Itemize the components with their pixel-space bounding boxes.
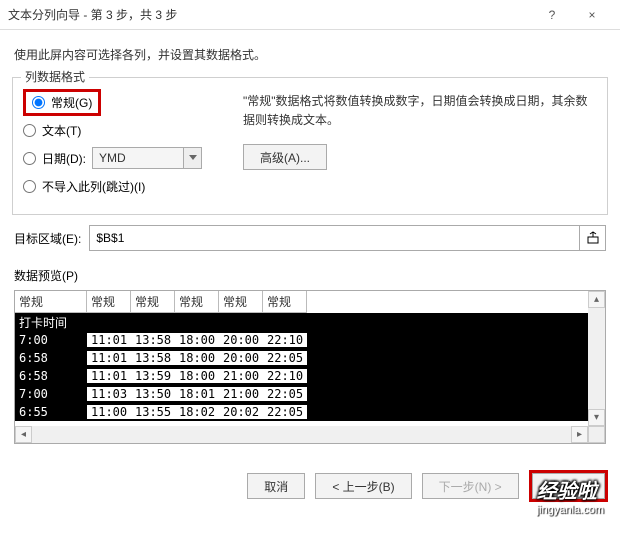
chevron-down-icon: [183, 148, 201, 168]
preview-label: 数据预览(P): [14, 267, 606, 284]
radio-skip[interactable]: [23, 180, 36, 193]
table-cell: 13:58: [131, 351, 175, 365]
preview-content[interactable]: 常规常规常规常规常规常规 打卡时间7:0011:0113:5818:0020:0…: [15, 291, 588, 426]
table-cell: 22:05: [263, 405, 307, 419]
table-row[interactable]: 7:0011:0313:5018:0121:0022:05: [15, 385, 588, 403]
table-cell: 11:00: [87, 405, 131, 419]
preview-header-row: 常规常规常规常规常规常规: [15, 291, 588, 313]
table-cell: 6:55: [15, 405, 87, 419]
table-cell: 11:01: [87, 333, 131, 347]
table-row[interactable]: 6:5811:0113:5918:0021:0022:10: [15, 367, 588, 385]
preview-special-header-cell: 打卡时间: [15, 314, 87, 331]
format-description: "常规"数据格式将数值转换成数字，日期值会转换成日期，其余数据则转换成文本。: [243, 92, 597, 130]
button-row: 取消 < 上一步(B) 下一步(N) > 完成(F): [0, 454, 620, 514]
scroll-down-icon[interactable]: ▾: [588, 409, 605, 426]
radio-date-label: 日期(D):: [42, 150, 86, 167]
preview-header-cell[interactable]: 常规: [263, 291, 307, 313]
range-picker-icon: [586, 231, 600, 245]
table-cell: 21:00: [219, 369, 263, 383]
titlebar: 文本分列向导 - 第 3 步，共 3 步 ? ×: [0, 0, 620, 30]
preview-header-cell[interactable]: 常规: [87, 291, 131, 313]
table-cell: 18:02: [175, 405, 219, 419]
table-cell: 22:10: [263, 333, 307, 347]
table-row[interactable]: 6:5511:0013:5518:0220:0222:05: [15, 403, 588, 421]
back-button[interactable]: < 上一步(B): [315, 473, 411, 499]
preview-special-header: 打卡时间: [15, 313, 588, 331]
scroll-up-icon[interactable]: ▴: [588, 291, 605, 308]
table-cell: 20:00: [219, 351, 263, 365]
column-format-group: 列数据格式 常规(G) 文本(T) 日期(D): YMD: [12, 77, 608, 215]
group-title: 列数据格式: [21, 68, 89, 85]
scroll-corner: [588, 426, 605, 443]
date-format-combo[interactable]: YMD: [92, 147, 202, 169]
table-cell: 20:02: [219, 405, 263, 419]
highlight-general: 常规(G): [23, 89, 101, 116]
scroll-track[interactable]: [588, 308, 605, 409]
preview-data-rows: 打卡时间7:0011:0113:5818:0020:0022:106:5811:…: [15, 313, 588, 421]
table-cell: 18:00: [175, 333, 219, 347]
cancel-button[interactable]: 取消: [247, 473, 305, 499]
radio-text-label: 文本(T): [42, 122, 81, 139]
table-cell: 13:55: [131, 405, 175, 419]
table-cell: 22:10: [263, 369, 307, 383]
table-cell: 18:01: [175, 387, 219, 401]
table-cell: 6:58: [15, 369, 87, 383]
table-row[interactable]: 6:5811:0113:5818:0020:0022:05: [15, 349, 588, 367]
table-cell: 11:03: [87, 387, 131, 401]
next-button: 下一步(N) >: [422, 473, 519, 499]
table-cell: 13:50: [131, 387, 175, 401]
table-cell: 11:01: [87, 351, 131, 365]
preview-header-cell[interactable]: 常规: [219, 291, 263, 313]
radio-date[interactable]: [23, 152, 36, 165]
window-title: 文本分列向导 - 第 3 步，共 3 步: [8, 6, 532, 23]
finish-button[interactable]: 完成(F): [532, 473, 605, 499]
table-cell: 6:58: [15, 351, 87, 365]
preview-box: 常规常规常规常规常规常规 打卡时间7:0011:0113:5818:0020:0…: [14, 290, 606, 444]
table-cell: 13:59: [131, 369, 175, 383]
table-cell: 18:00: [175, 351, 219, 365]
preview-header-cell[interactable]: 常规: [131, 291, 175, 313]
table-cell: 7:00: [15, 387, 87, 401]
radio-general[interactable]: [32, 96, 45, 109]
table-cell: 20:00: [219, 333, 263, 347]
table-cell: 11:01: [87, 369, 131, 383]
hscroll-track[interactable]: [32, 426, 571, 443]
instruction-text: 使用此屏内容可选择各列，并设置其数据格式。: [14, 46, 606, 63]
help-button[interactable]: ?: [532, 0, 572, 30]
table-cell: 21:00: [219, 387, 263, 401]
close-button[interactable]: ×: [572, 0, 612, 30]
preview-header-cell[interactable]: 常规: [175, 291, 219, 313]
preview-header-cell[interactable]: 常规: [15, 291, 87, 313]
date-format-value: YMD: [93, 151, 183, 165]
horizontal-scrollbar[interactable]: ◂ ▸: [15, 426, 588, 443]
table-cell: 22:05: [263, 351, 307, 365]
radio-skip-label: 不导入此列(跳过)(I): [42, 178, 145, 195]
table-cell: 22:05: [263, 387, 307, 401]
target-input-wrap: [89, 225, 606, 251]
table-row[interactable]: 7:0011:0113:5818:0020:0022:10: [15, 331, 588, 349]
table-cell: 18:00: [175, 369, 219, 383]
scroll-left-icon[interactable]: ◂: [15, 426, 32, 443]
radio-general-label: 常规(G): [51, 94, 92, 111]
highlight-finish: 完成(F): [529, 470, 608, 502]
range-picker-button[interactable]: [579, 226, 605, 250]
scroll-right-icon[interactable]: ▸: [571, 426, 588, 443]
target-label: 目标区域(E):: [14, 230, 81, 247]
advanced-button[interactable]: 高级(A)...: [243, 144, 327, 170]
table-cell: 13:58: [131, 333, 175, 347]
radio-text[interactable]: [23, 124, 36, 137]
vertical-scrollbar[interactable]: ▴ ▾: [588, 291, 605, 426]
target-input[interactable]: [90, 231, 579, 245]
table-cell: 7:00: [15, 333, 87, 347]
